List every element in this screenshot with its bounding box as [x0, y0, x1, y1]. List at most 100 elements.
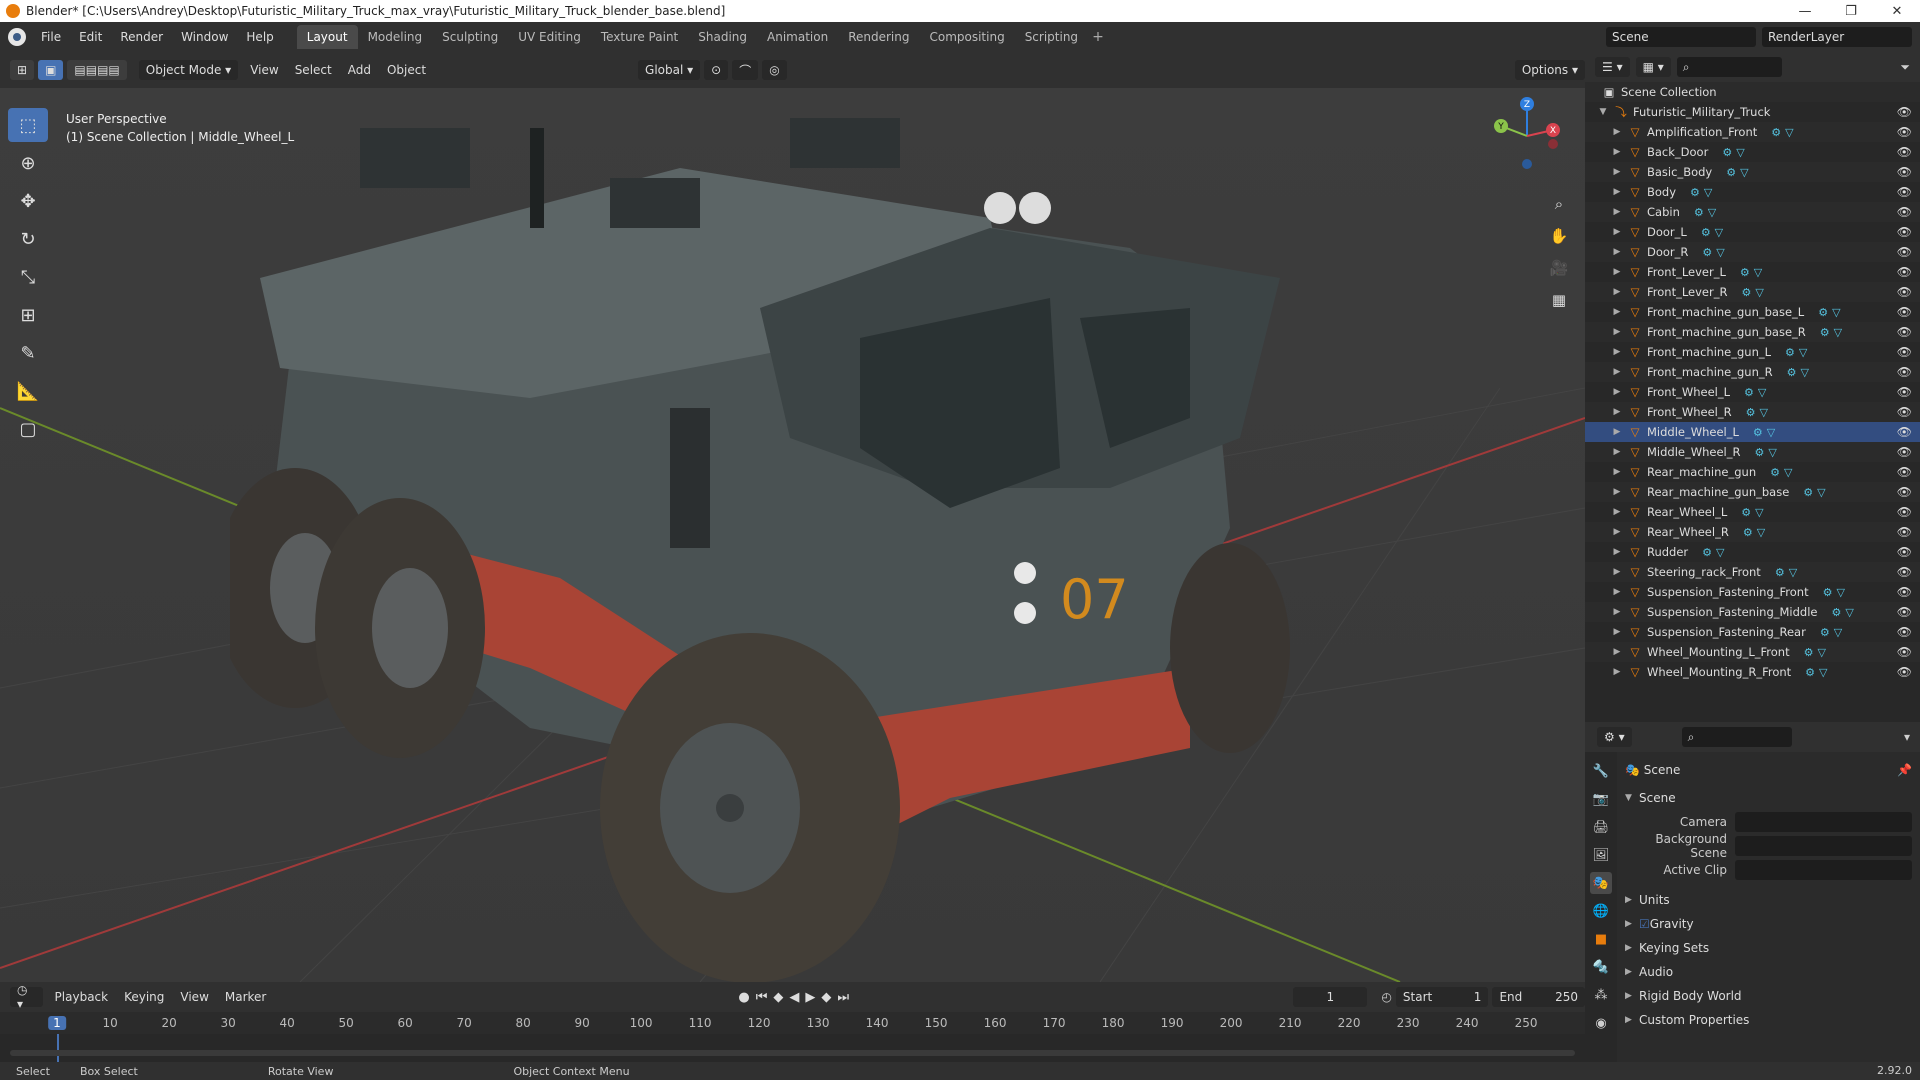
filter-icon[interactable]: ⏷ [1900, 60, 1910, 75]
proportional-edit-icon[interactable]: ◎ [762, 60, 787, 80]
modifier-mesh-icons[interactable]: ⚙▽ [1722, 146, 1748, 159]
maximize-button[interactable]: ❐ [1828, 0, 1874, 22]
selection-mode-buttons[interactable]: ▤▤▤▤ [67, 60, 127, 80]
visibility-eye-icon[interactable]: 👁 [1897, 605, 1912, 619]
object-mode-dropdown[interactable]: Object Mode ▾ [138, 60, 239, 80]
outliner-item[interactable]: ▶ ▽ Rear_machine_gun ⚙▽ 👁 [1585, 462, 1920, 482]
visibility-eye-icon[interactable]: 👁 [1897, 345, 1912, 359]
outliner-item[interactable]: ▶ ▽ Wheel_Mounting_R_Front ⚙▽ 👁 [1585, 662, 1920, 682]
outliner-item[interactable]: ▶ ▽ Rear_Wheel_R ⚙▽ 👁 [1585, 522, 1920, 542]
modifier-mesh-icons[interactable]: ⚙▽ [1741, 506, 1767, 519]
navigation-gizmo[interactable]: Z Y X [1487, 96, 1567, 176]
menu-file[interactable]: File [32, 30, 70, 44]
modifier-mesh-icons[interactable]: ⚙▽ [1775, 566, 1801, 579]
expand-icon[interactable]: ▶ [1611, 147, 1623, 157]
timeline-menu-playback[interactable]: Playback [47, 990, 117, 1004]
outliner-item[interactable]: ▶ ▽ Front_machine_gun_L ⚙▽ 👁 [1585, 342, 1920, 362]
outliner-item[interactable]: ▶ ▽ Body ⚙▽ 👁 [1585, 182, 1920, 202]
expand-icon[interactable]: ▶ [1611, 407, 1623, 417]
timeline-editor-type-icon[interactable]: ◷ ▾ [10, 983, 43, 1011]
modifier-mesh-icons[interactable]: ⚙▽ [1771, 126, 1797, 139]
outliner-item[interactable]: ▶ ▽ Front_Lever_L ⚙▽ 👁 [1585, 262, 1920, 282]
modifier-mesh-icons[interactable]: ⚙▽ [1770, 466, 1796, 479]
prev-keyframe-icon[interactable]: ◆ [773, 990, 783, 1005]
expand-icon[interactable]: ▶ [1611, 427, 1623, 437]
pan-hand-icon[interactable]: ✋ [1547, 224, 1571, 248]
annotate-tool-icon[interactable]: ✎ [8, 336, 48, 370]
camera-view-icon[interactable]: 🎥 [1547, 256, 1571, 280]
pin-icon[interactable]: 📌 [1897, 763, 1912, 777]
record-icon[interactable]: ● [738, 990, 749, 1005]
timeline-ruler[interactable]: 1 10 20 30 40 50 60 70 80 90 100 110 120 130 140 150 16… [0, 1012, 1585, 1034]
visibility-eye-icon[interactable]: 👁 [1897, 385, 1912, 399]
visibility-eye-icon[interactable]: 👁 [1897, 665, 1912, 679]
jump-end-icon[interactable]: ⏭ [837, 990, 849, 1005]
outliner-editor-type-icon[interactable]: ☰ ▾ [1595, 57, 1630, 77]
visibility-eye-icon[interactable]: 👁 [1897, 265, 1912, 279]
outliner-item[interactable]: ▶ ▽ Steering_rack_Front ⚙▽ 👁 [1585, 562, 1920, 582]
outliner-item[interactable]: ▶ ▽ Front_Wheel_L ⚙▽ 👁 [1585, 382, 1920, 402]
renderlayer-selector[interactable]: RenderLayer [1762, 27, 1912, 47]
modifier-mesh-icons[interactable]: ⚙▽ [1818, 306, 1844, 319]
workspace-tab-compositing[interactable]: Compositing [919, 25, 1014, 49]
visibility-eye-icon[interactable]: 👁 [1897, 325, 1912, 339]
property-field[interactable] [1735, 860, 1912, 880]
timeline-scrollbar[interactable] [10, 1050, 1575, 1056]
expand-icon[interactable]: ▶ [1611, 247, 1623, 257]
viewport-menu-object[interactable]: Object [379, 63, 434, 77]
visibility-eye-icon[interactable]: 👁 [1897, 125, 1912, 139]
expand-icon[interactable]: ▶ [1611, 647, 1623, 657]
expand-icon[interactable]: ▶ [1611, 307, 1623, 317]
property-section[interactable]: ▶ Custom Properties [1625, 1008, 1912, 1032]
menu-help[interactable]: Help [237, 30, 282, 44]
visibility-eye-icon[interactable]: 👁 [1897, 585, 1912, 599]
expand-icon[interactable]: ▶ [1611, 667, 1623, 677]
transform-tool-icon[interactable]: ⊞ [8, 298, 48, 332]
current-frame-field[interactable]: 1 [1293, 987, 1368, 1007]
modifier-mesh-icons[interactable]: ⚙▽ [1744, 386, 1770, 399]
modifier-mesh-icons[interactable]: ⚙▽ [1741, 286, 1767, 299]
ortho-grid-icon[interactable]: ▦ [1547, 288, 1571, 312]
modifier-tab-icon[interactable]: 🔩 [1590, 956, 1612, 978]
outliner-item[interactable]: ▶ ▽ Rudder ⚙▽ 👁 [1585, 542, 1920, 562]
modifier-mesh-icons[interactable]: ⚙▽ [1805, 666, 1831, 679]
measure-tool-icon[interactable]: 📐 [8, 374, 48, 408]
property-section[interactable]: ▶ ☑ Gravity [1625, 912, 1912, 936]
expand-icon[interactable]: ▶ [1611, 167, 1623, 177]
properties-options-icon[interactable]: ▾ [1904, 730, 1910, 744]
expand-icon[interactable]: ▶ [1611, 367, 1623, 377]
truck-model[interactable]: 07 [230, 108, 1470, 982]
expand-icon[interactable]: ▶ [1611, 487, 1623, 497]
zoom-icon[interactable]: ⌕ [1547, 192, 1571, 216]
outliner-item[interactable]: ▶ ▽ Suspension_Fastening_Rear ⚙▽ 👁 [1585, 622, 1920, 642]
visibility-eye-icon[interactable]: 👁 [1897, 545, 1912, 559]
expand-icon[interactable]: ▶ [1611, 587, 1623, 597]
modifier-mesh-icons[interactable]: ⚙▽ [1702, 546, 1728, 559]
modifier-mesh-icons[interactable]: ⚙▽ [1701, 226, 1727, 239]
workspace-tab-layout[interactable]: Layout [296, 25, 358, 49]
outliner-item[interactable]: ▶ ▽ Cabin ⚙▽ 👁 [1585, 202, 1920, 222]
outliner-item[interactable]: ▶ ▽ Basic_Body ⚙▽ 👁 [1585, 162, 1920, 182]
expand-icon[interactable]: ▶ [1611, 207, 1623, 217]
workspace-tab-rendering[interactable]: Rendering [838, 25, 919, 49]
visibility-eye-icon[interactable]: 👁 [1897, 245, 1912, 259]
start-frame-field[interactable]: Start 1 [1395, 987, 1489, 1007]
property-field[interactable] [1735, 812, 1912, 832]
viewport-menu-view[interactable]: View [242, 63, 286, 77]
end-frame-field[interactable]: End 250 [1492, 987, 1585, 1007]
expand-icon[interactable]: ▼ [1597, 107, 1609, 117]
viewport-menu-select[interactable]: Select [287, 63, 340, 77]
visibility-eye-icon[interactable]: 👁 [1897, 465, 1912, 479]
outliner-item[interactable]: ▶ ▽ Front_machine_gun_base_R ⚙▽ 👁 [1585, 322, 1920, 342]
expand-icon[interactable]: ▶ [1611, 527, 1623, 537]
outliner-search-input[interactable]: ⌕ [1676, 57, 1782, 77]
modifier-mesh-icons[interactable]: ⚙▽ [1694, 206, 1720, 219]
cursor-tool-icon[interactable]: ⊕ [8, 146, 48, 180]
tool-tab-icon[interactable]: 🔧 [1590, 760, 1612, 782]
move-tool-icon[interactable]: ✥ [8, 184, 48, 218]
menu-render[interactable]: Render [111, 30, 172, 44]
outliner-item[interactable]: ▶ ▽ Front_Lever_R ⚙▽ 👁 [1585, 282, 1920, 302]
timeline[interactable]: 1 10 20 30 40 50 60 70 80 90 100 110 120 130 140 150 16… [0, 1012, 1585, 1062]
outliner[interactable]: ▣ Scene Collection ▼ ⤵ Futuristic_Milita… [1585, 82, 1920, 722]
pivot-point-icon[interactable]: ⊙ [704, 60, 729, 80]
